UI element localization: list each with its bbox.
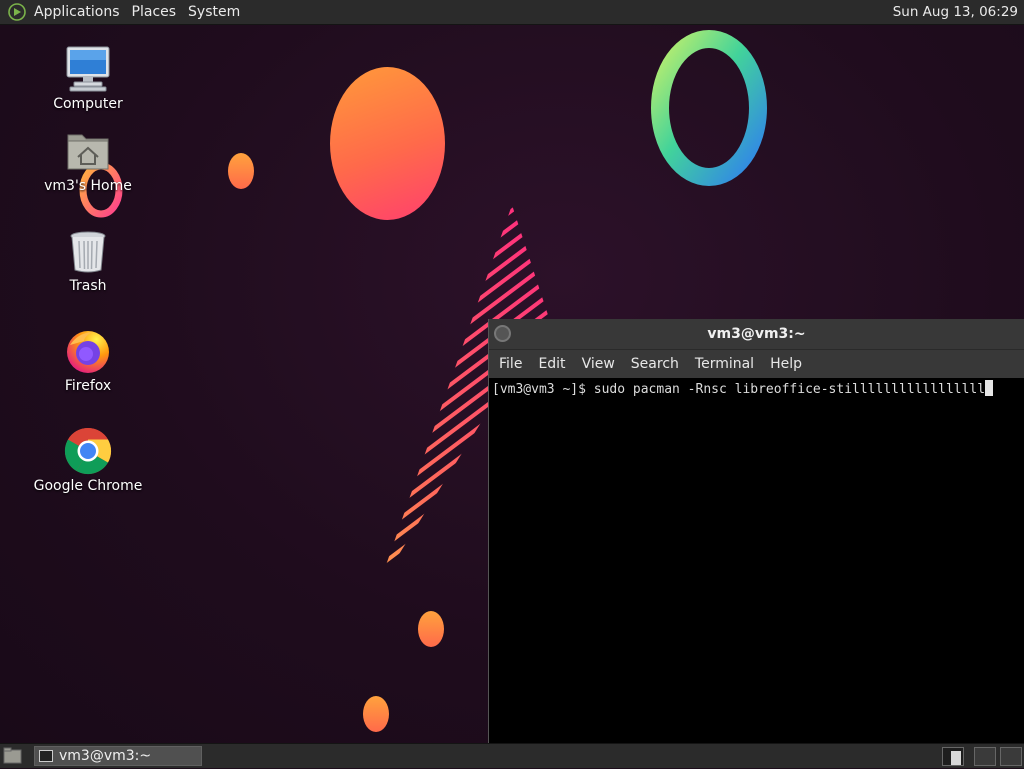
workspace-2[interactable] [974,747,996,766]
workspace-window-preview [951,751,961,765]
terminal-prompt: [vm3@vm3 ~]$ [492,382,594,397]
firefox-icon [64,327,112,375]
terminal-menu-view[interactable]: View [574,356,623,372]
desktop-icon-label: Firefox [64,378,112,394]
terminal-window[interactable]: vm3@vm3:~ File Edit View Search Terminal… [488,319,1024,743]
terminal-output[interactable]: [vm3@vm3 ~]$ sudo pacman -Rnsc libreoffi… [489,378,1024,399]
wallpaper-gradient-ring [651,30,767,186]
workspace-1[interactable] [942,747,964,766]
text-cursor [985,380,994,396]
chrome-icon [64,427,112,475]
terminal-titlebar[interactable]: vm3@vm3:~ [489,319,1024,350]
terminal-command: sudo pacman -Rnsc libreoffice-stilllllll… [593,382,986,397]
terminal-menu-edit[interactable]: Edit [530,356,573,372]
terminal-menu-file[interactable]: File [491,356,530,372]
desktop-icon-firefox[interactable]: Firefox [33,327,143,394]
taskbar-item-label: vm3@vm3:~ [59,748,152,764]
terminal-title: vm3@vm3:~ [707,326,806,342]
wallpaper-small-dot [418,611,444,647]
bottom-panel: vm3@vm3:~ [0,743,1024,768]
computer-icon [64,45,112,93]
terminal-menu-help[interactable]: Help [762,356,810,372]
terminal-menu-terminal[interactable]: Terminal [687,356,762,372]
terminal-menubar: File Edit View Search Terminal Help [489,350,1024,378]
applications-menu[interactable]: Applications [28,0,126,25]
desktop-icon-trash[interactable]: Trash [33,227,143,294]
desktop-icon-label: Trash [69,278,107,294]
places-menu[interactable]: Places [126,0,183,25]
trash-icon [64,227,112,275]
desktop-icon-computer[interactable]: Computer [33,45,143,112]
desktop-icon-chrome[interactable]: Google Chrome [33,427,143,494]
desktop-icon-label: Computer [53,96,123,112]
desktop-icon-label: Google Chrome [33,478,143,494]
wallpaper-small-dot [228,153,254,189]
wallpaper-orange-circle [330,67,445,220]
show-desktop-icon[interactable] [3,747,22,765]
home-folder-icon [64,127,112,175]
terminal-menu-search[interactable]: Search [623,356,687,372]
taskbar-item-terminal[interactable]: vm3@vm3:~ [34,746,202,766]
desktop-icon-home[interactable]: vm3's Home [33,127,143,194]
distro-logo-icon[interactable] [6,1,28,23]
top-panel: Applications Places System Sun Aug 13, 0… [0,0,1024,25]
system-menu[interactable]: System [182,0,246,25]
terminal-icon [39,750,53,762]
desktop-icon-label: vm3's Home [44,178,132,194]
workspace-3[interactable] [1000,747,1022,766]
wallpaper-small-dot [363,696,389,732]
clock[interactable]: Sun Aug 13, 06:29 [893,0,1018,25]
